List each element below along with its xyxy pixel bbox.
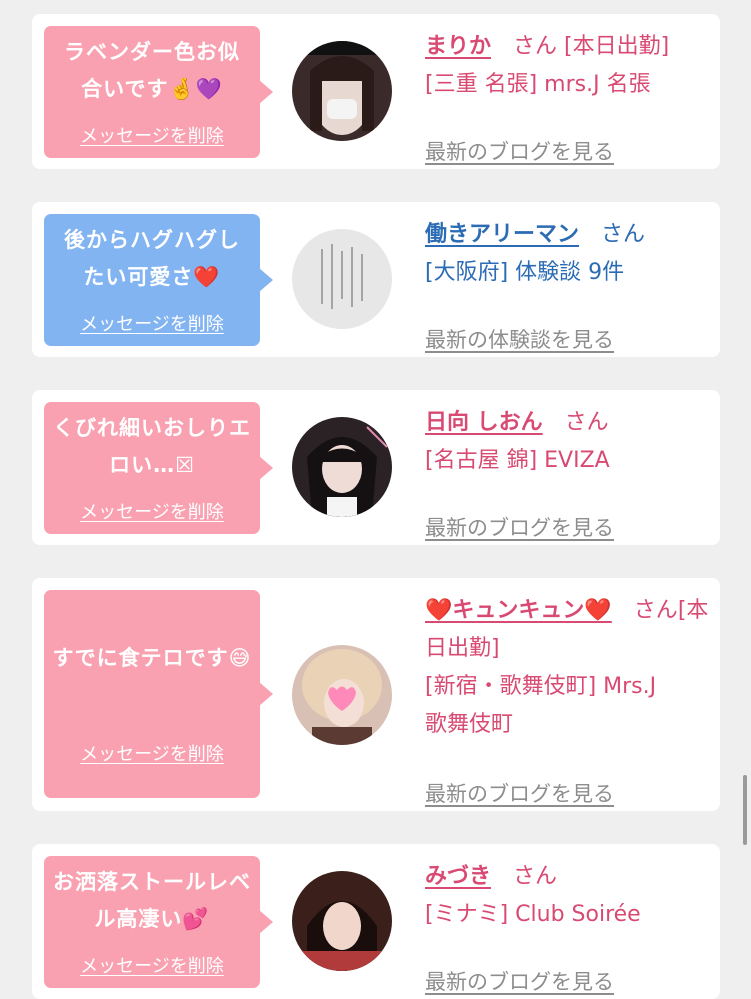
honorific: さん xyxy=(601,222,646,247)
latest-blog-link[interactable]: 最新のブログを見る xyxy=(425,136,614,166)
user-info: ❤️キュンキュン❤️ さん[本日出勤] [新宿・歌舞伎町] Mrs.J 歌舞伎町 … xyxy=(425,592,715,806)
honorific: さん xyxy=(513,864,558,889)
scrollbar[interactable] xyxy=(743,775,747,845)
message-bubble: くびれ細いおしりエロい…☒ メッセージを削除 xyxy=(44,402,273,534)
shop-info: [名古屋 錦] EVIZA xyxy=(425,448,610,473)
avatar[interactable] xyxy=(292,229,392,329)
shop-info: [三重 名張] mrs.J 名張 xyxy=(425,72,651,97)
shop-info: [ミナミ] Club Soirée xyxy=(425,902,641,927)
message-text: ラベンダー色お似 合いです🤞💜 xyxy=(64,40,240,101)
user-name-link[interactable]: 日向 しおん xyxy=(425,410,543,435)
message-bubble: お洒落ストールレベル高凄い💕 メッセージを削除 xyxy=(44,856,273,988)
message-card: くびれ細いおしりエロい…☒ メッセージを削除 日向 しおん さん [名古屋 錦] … xyxy=(32,390,720,545)
latest-review-link[interactable]: 最新の体験談を見る xyxy=(425,324,614,354)
delete-message-link[interactable]: メッセージを削除 xyxy=(44,740,260,766)
status-text: [本日出勤] xyxy=(564,34,670,59)
message-card: 後からハグハグし たい可愛さ❤️ メッセージを削除 働きアリーマン さん [大阪府]… xyxy=(32,202,720,357)
avatar[interactable] xyxy=(292,417,392,517)
message-card: すでに食テロです😅 メッセージを削除 ❤️キュンキュン❤️ さん[本日出勤] [新… xyxy=(32,578,720,811)
user-name-link[interactable]: 働きアリーマン xyxy=(425,222,579,247)
message-bubble: すでに食テロです😅 メッセージを削除 xyxy=(44,590,273,798)
delete-message-link[interactable]: メッセージを削除 xyxy=(44,310,260,336)
honorific: さん xyxy=(513,34,558,59)
honorific: さん xyxy=(633,598,678,623)
latest-blog-link[interactable]: 最新のブログを見る xyxy=(425,778,614,808)
avatar[interactable] xyxy=(292,41,392,141)
avatar[interactable] xyxy=(292,645,392,745)
shop-info-cont: 歌舞伎町 xyxy=(425,712,514,737)
user-info: 働きアリーマン さん [大阪府] 体験談 9件 最新の体験談を見る xyxy=(425,216,715,352)
user-info: 日向 しおん さん [名古屋 錦] EVIZA 最新のブログを見る xyxy=(425,404,715,540)
message-text: すでに食テロです😅 xyxy=(52,646,252,670)
user-info: まりか さん [本日出勤] [三重 名張] mrs.J 名張 最新のブログを見る xyxy=(425,28,715,164)
delete-message-link[interactable]: メッセージを削除 xyxy=(44,122,260,148)
latest-blog-link[interactable]: 最新のブログを見る xyxy=(425,512,614,542)
user-name-link[interactable]: ❤️キュンキュン❤️ xyxy=(425,598,612,623)
user-stats: [大阪府] 体験談 9件 xyxy=(425,260,625,285)
user-name-link[interactable]: まりか xyxy=(425,34,491,59)
latest-blog-link[interactable]: 最新のブログを見る xyxy=(425,966,614,996)
message-text: 後からハグハグし たい可愛さ❤️ xyxy=(64,228,240,289)
message-card: お洒落ストールレベル高凄い💕 メッセージを削除 みづき さん [ミナミ] Club… xyxy=(32,844,720,999)
message-text: くびれ細いおしりエロい…☒ xyxy=(53,416,251,477)
message-bubble: ラベンダー色お似 合いです🤞💜 メッセージを削除 xyxy=(44,26,273,158)
delete-message-link[interactable]: メッセージを削除 xyxy=(44,498,260,524)
message-bubble: 後からハグハグし たい可愛さ❤️ メッセージを削除 xyxy=(44,214,273,346)
avatar[interactable] xyxy=(292,871,392,971)
honorific: さん xyxy=(564,410,609,435)
user-name-link[interactable]: みづき xyxy=(425,864,491,889)
delete-message-link[interactable]: メッセージを削除 xyxy=(44,952,260,978)
shop-info: [新宿・歌舞伎町] Mrs.J xyxy=(425,674,657,699)
user-info: みづき さん [ミナミ] Club Soirée 最新のブログを見る xyxy=(425,858,715,994)
message-card: ラベンダー色お似 合いです🤞💜 メッセージを削除 まりか さん [本日出勤] [三重… xyxy=(32,14,720,169)
message-text: お洒落ストールレベル高凄い💕 xyxy=(53,870,251,931)
